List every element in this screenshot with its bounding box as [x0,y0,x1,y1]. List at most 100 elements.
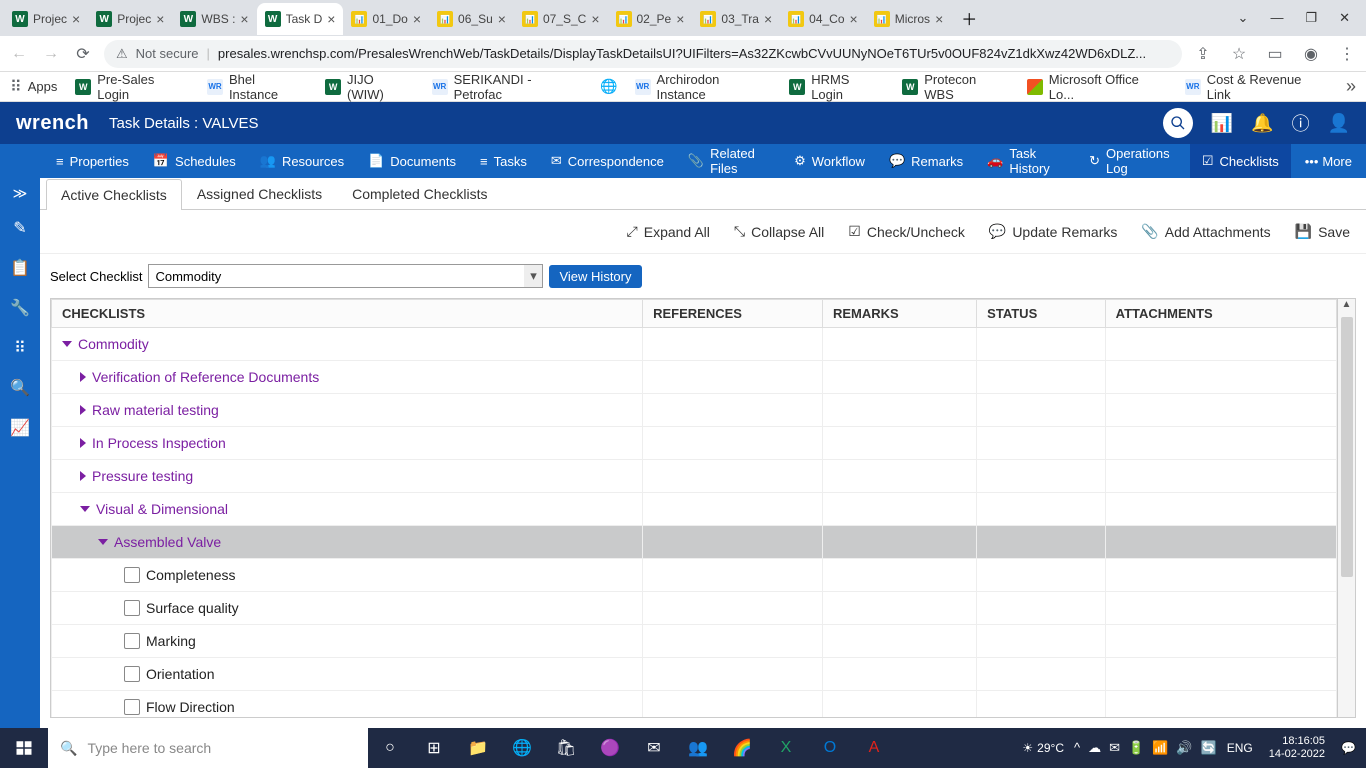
browser-tab[interactable]: 📊06_Su× [429,3,514,35]
cell[interactable] [1105,460,1336,493]
collapse-all-button[interactable]: ⤡ Collapse All [734,223,824,240]
mail-tray-icon[interactable]: ✉ [1109,740,1120,756]
table-row[interactable]: Visual & Dimensional [52,493,1337,526]
table-row[interactable]: Marking [52,625,1337,658]
cell[interactable] [822,526,976,559]
caret-right-icon[interactable] [80,372,86,382]
menu-related-files[interactable]: 📎Related Files [676,144,782,178]
cell[interactable] [822,328,976,361]
close-tab-icon[interactable]: × [591,11,599,27]
skype-icon[interactable]: 🟣 [588,728,632,768]
browser-tab[interactable]: 📊03_Tra× [692,3,780,35]
column-header[interactable]: REFERENCES [643,300,823,328]
apps-button[interactable]: ⠿ Apps [10,77,57,97]
caret-right-icon[interactable] [80,405,86,415]
browser-tab[interactable]: 📊Micros× [866,3,952,35]
cell[interactable] [977,361,1106,394]
cell[interactable] [1105,361,1336,394]
checkbox[interactable] [124,699,140,715]
browser-tab[interactable]: 📊07_S_C× [514,3,608,35]
checkbox[interactable] [124,567,140,583]
browser-tab[interactable]: WProjec× [88,3,172,35]
cell[interactable] [822,493,976,526]
close-tab-icon[interactable]: × [72,11,80,27]
search-button[interactable] [1163,108,1193,138]
view-history-button[interactable]: View History [549,265,641,288]
cell[interactable] [822,460,976,493]
browser-tab[interactable]: WProjec× [4,3,88,35]
cortana-icon[interactable]: ○ [368,728,412,768]
group-label[interactable]: Pressure testing [92,468,193,484]
close-tab-icon[interactable]: × [498,11,506,27]
browser-tab[interactable]: 📊01_Do× [343,3,429,35]
forward-button[interactable]: → [40,43,62,65]
bell-icon[interactable]: 🔔 [1251,113,1273,134]
bookmark-item[interactable]: WRBhel Instance [207,72,307,102]
cell[interactable] [643,592,823,625]
minimize-icon[interactable]: — [1270,10,1283,26]
group-label[interactable]: Visual & Dimensional [96,501,228,517]
cell[interactable] [643,427,823,460]
cell[interactable] [643,493,823,526]
edit-icon[interactable]: ✎ [0,208,40,248]
new-tab-button[interactable]: ＋ [951,6,979,30]
table-row[interactable]: Verification of Reference Documents [52,361,1337,394]
cell[interactable] [977,559,1106,592]
mail-icon[interactable]: ✉ [632,728,676,768]
menu-more[interactable]: ••• More [1291,154,1366,169]
cell[interactable] [822,592,976,625]
share-icon[interactable]: ⇪ [1192,43,1214,65]
update-remarks-button[interactable]: 💬 Update Remarks [989,223,1117,240]
browser-tab[interactable]: 📊04_Co× [780,3,866,35]
volume-icon[interactable]: 🔊 [1176,740,1192,756]
language-indicator[interactable]: ENG [1227,741,1253,755]
acrobat-icon[interactable]: A [852,728,896,768]
cell[interactable] [977,625,1106,658]
cell[interactable] [643,460,823,493]
chevron-down-icon[interactable]: ⌄ [1238,10,1249,26]
expand-all-button[interactable]: ⤢ Expand All [627,223,710,240]
cell[interactable] [977,526,1106,559]
column-header[interactable]: REMARKS [822,300,976,328]
cell[interactable] [1105,658,1336,691]
check-uncheck-button[interactable]: ☑ Check/Uncheck [848,223,965,240]
cell[interactable] [643,559,823,592]
outlook-icon[interactable]: O [808,728,852,768]
tab-active-checklists[interactable]: Active Checklists [46,179,182,210]
stats-icon[interactable]: 📊 [1211,113,1233,134]
cell[interactable] [822,361,976,394]
caret-down-icon[interactable] [62,341,72,347]
excel-icon[interactable]: X [764,728,808,768]
start-button[interactable] [0,728,48,768]
caret-down-icon[interactable] [98,539,108,545]
info-icon[interactable]: ⓘ [1292,110,1310,136]
menu-tasks[interactable]: ≡Tasks [468,144,539,178]
menu-resources[interactable]: 👥Resources [248,144,356,178]
close-tab-icon[interactable]: × [850,11,858,27]
bookmark-item[interactable]: WPre-Sales Login [75,72,189,102]
cell[interactable] [643,625,823,658]
cell[interactable] [1105,427,1336,460]
explorer-icon[interactable]: 📁 [456,728,500,768]
column-header[interactable]: STATUS [977,300,1106,328]
clipboard-icon[interactable]: 📋 [0,248,40,288]
bookmark-item[interactable]: WProtecon WBS [902,72,1009,102]
cell[interactable] [1105,394,1336,427]
table-row[interactable]: Commodity [52,328,1337,361]
cell[interactable] [822,625,976,658]
wrench-icon[interactable]: 🔧 [0,288,40,328]
column-header[interactable]: ATTACHMENTS [1105,300,1336,328]
wifi-icon[interactable]: 📶 [1152,740,1168,756]
reload-button[interactable]: ⟳ [72,43,94,65]
url-box[interactable]: ⚠ Not secure | presales.wrenchsp.com/Pre… [104,40,1182,68]
cell[interactable] [977,592,1106,625]
cell[interactable] [977,328,1106,361]
cell[interactable] [1105,691,1336,718]
maximize-icon[interactable]: ❐ [1305,10,1317,26]
table-row[interactable]: Pressure testing [52,460,1337,493]
close-window-icon[interactable]: ✕ [1339,10,1350,26]
star-icon[interactable]: ☆ [1228,43,1250,65]
table-row[interactable]: Assembled Valve [52,526,1337,559]
menu-workflow[interactable]: ⚙Workflow [782,144,877,178]
cell[interactable] [822,394,976,427]
